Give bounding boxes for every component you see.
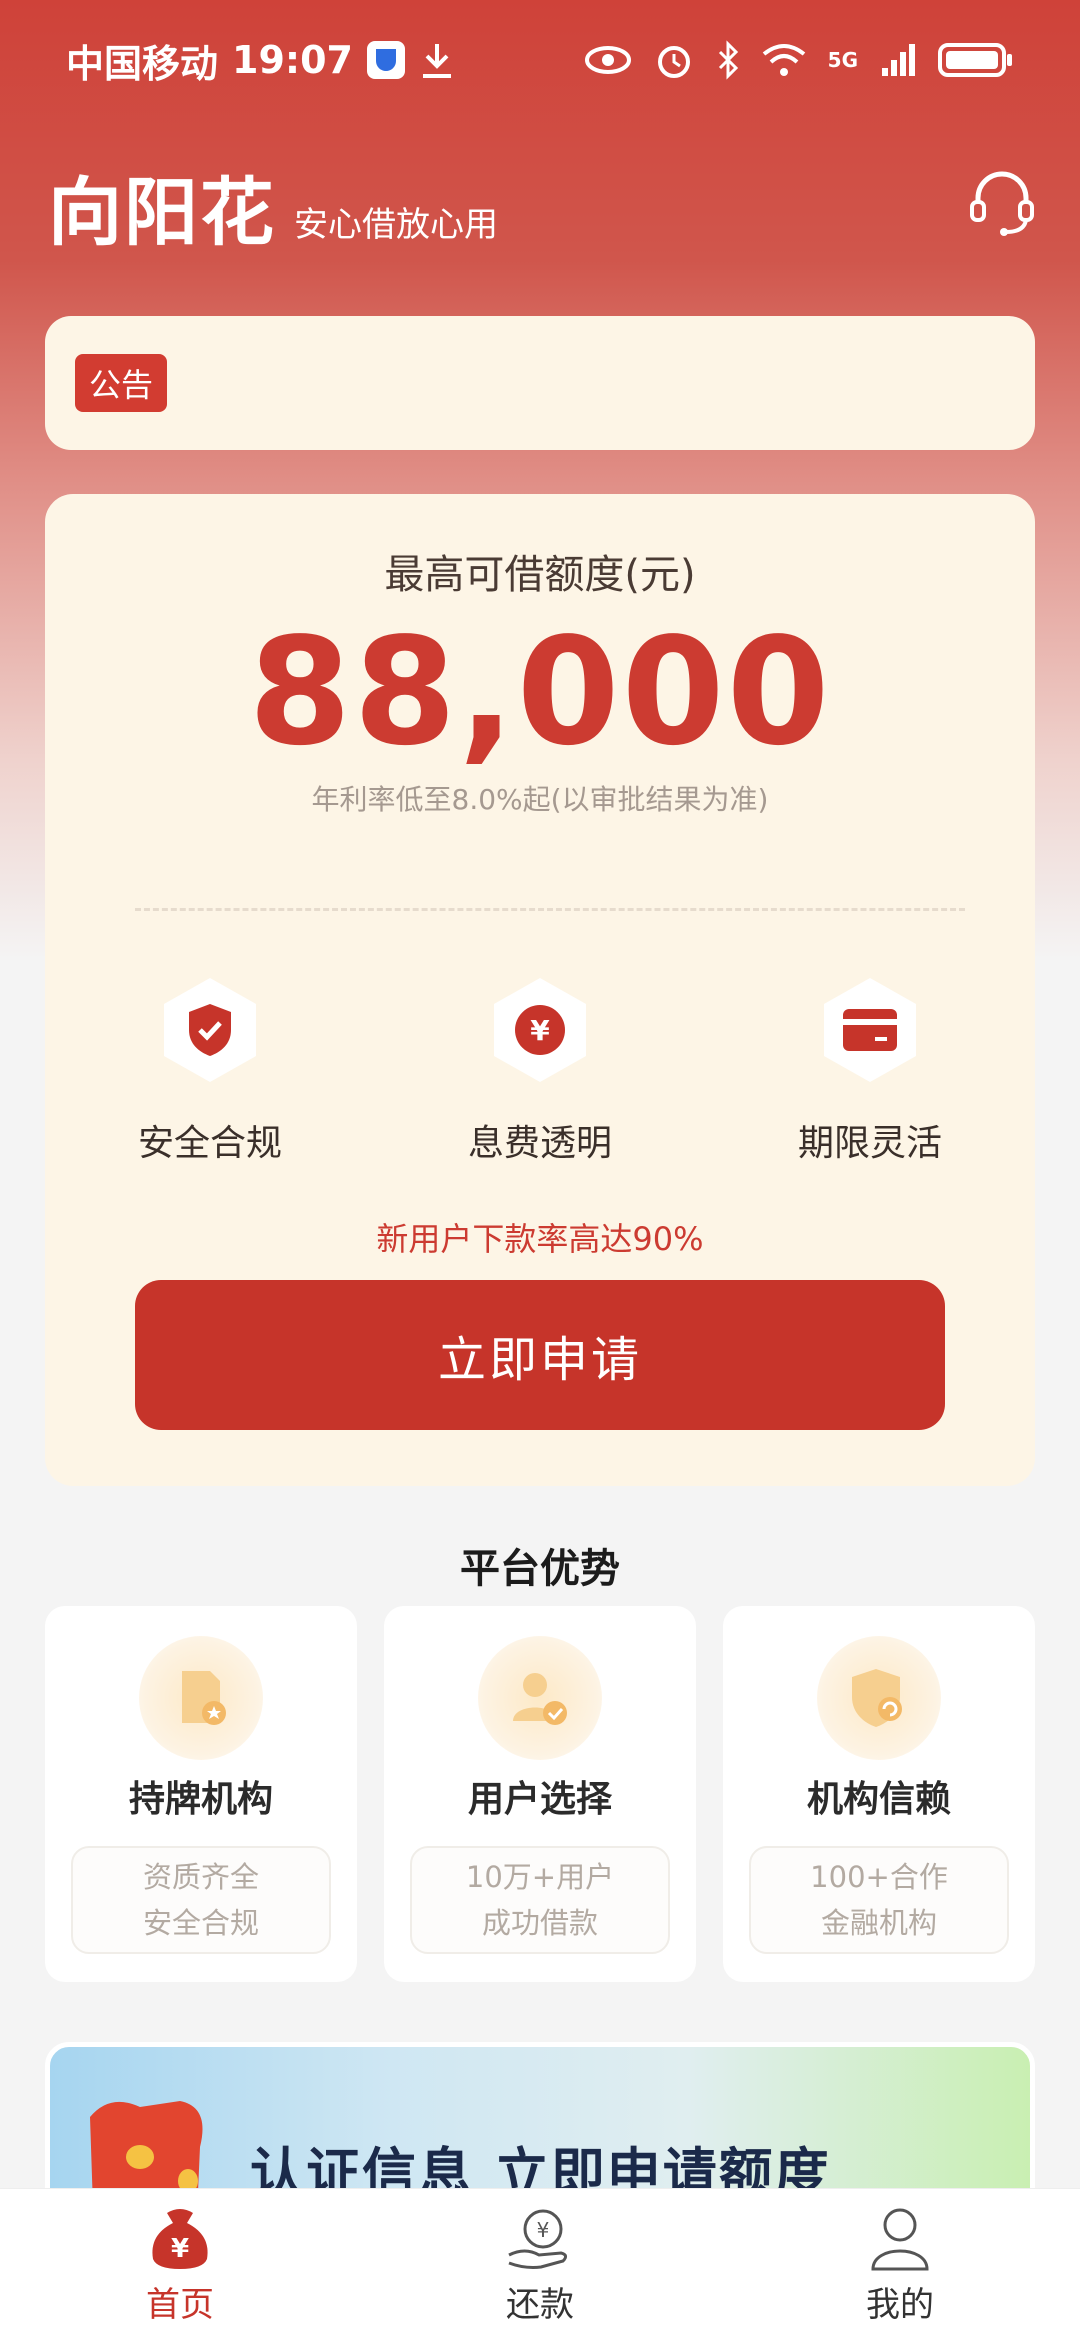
feature-transparent: ¥ 息费透明	[375, 976, 705, 1166]
advantage-name: 持牌机构	[128, 1779, 273, 1820]
download-icon	[422, 44, 451, 78]
credit-label: 最高可借额度(元)	[384, 552, 696, 598]
feature-safe: 安全合规	[45, 976, 375, 1166]
credit-amount: 88,000	[248, 606, 832, 778]
advantages-title: 平台优势	[460, 1546, 620, 1592]
nav-profile[interactable]: 我的	[720, 2189, 1080, 2340]
license-icon	[182, 1671, 226, 1725]
apply-button[interactable]: 立即申请	[135, 1280, 945, 1430]
alarm-icon	[657, 46, 690, 78]
app-header: 向阳花 安心借放心用	[48, 160, 1038, 250]
nav-home[interactable]: ¥ 首页	[0, 2189, 360, 2340]
user-check-icon	[513, 1673, 567, 1725]
nav-repay[interactable]: ¥ 还款	[360, 2189, 720, 2340]
notice-tag: 公告	[75, 354, 168, 412]
feature-label: 安全合规	[137, 1123, 282, 1164]
repay-icon: ¥	[508, 2209, 568, 2269]
nav-label: 我的	[866, 2285, 934, 2325]
nav-label: 还款	[506, 2285, 574, 2325]
battery-icon	[938, 43, 1012, 77]
signal-icon	[882, 44, 915, 76]
notice-bar[interactable]: 公告	[45, 316, 1035, 450]
advantage-desc: 10万+用户 成功借款	[410, 1846, 670, 1954]
card-icon	[843, 1009, 897, 1051]
advantage-desc-line: 资质齐全	[142, 1860, 259, 1894]
app-title: 向阳花	[48, 170, 276, 256]
advantages-list: 持牌机构 资质齐全 安全合规 用户选择 10万+用户 成功借款 机构信赖 100…	[45, 1606, 1035, 1982]
advantage-desc-line: 金融机构	[820, 1906, 937, 1940]
advantage-desc: 100+合作 金融机构	[749, 1846, 1009, 1954]
advantage-name: 用户选择	[467, 1779, 612, 1820]
bottom-nav: ¥ 首页 ¥ 还款 我的	[0, 2188, 1080, 2340]
carrier-name: 中国移动	[66, 41, 219, 86]
advantage-desc-line: 成功借款	[481, 1906, 598, 1940]
security-app-icon	[366, 41, 405, 79]
bluetooth-icon	[718, 40, 738, 80]
eye-icon	[584, 46, 631, 74]
feature-label: 息费透明	[467, 1123, 612, 1164]
app-slogan: 安心借放心用	[294, 205, 498, 245]
advantage-desc: 资质齐全 安全合规	[71, 1846, 331, 1954]
profile-icon	[871, 2208, 929, 2271]
network-type: 5G	[827, 48, 858, 72]
credit-card: 最高可借额度(元) 88,000 年利率低至8.0%起(以审批结果为准) 安全合…	[45, 494, 1035, 1486]
advantage-card: 机构信赖 100+合作 金融机构	[723, 1606, 1035, 1982]
shield-check-icon	[189, 1004, 231, 1056]
feature-list: 安全合规 ¥ 息费透明 期限灵活	[45, 976, 1035, 1166]
status-time: 19:07	[232, 38, 353, 82]
advantage-name: 机构信赖	[806, 1779, 951, 1820]
feature-flexible: 期限灵活	[705, 976, 1035, 1166]
status-bar: 中国移动 19:07 5G	[0, 0, 1080, 120]
advantage-desc-line: 安全合规	[142, 1906, 259, 1940]
advantage-card: 用户选择 10万+用户 成功借款	[384, 1606, 696, 1982]
advantage-card: 持牌机构 资质齐全 安全合规	[45, 1606, 357, 1982]
svg-text:¥: ¥	[171, 2234, 189, 2264]
money-bag-icon: ¥	[152, 2209, 208, 2269]
svg-text:¥: ¥	[537, 2218, 550, 2242]
feature-label: 期限灵活	[797, 1123, 942, 1164]
nav-label: 首页	[146, 2285, 214, 2325]
wifi-icon	[762, 44, 805, 76]
rate-note: 年利率低至8.0%起(以审批结果为准)	[311, 783, 769, 816]
yuan-coin-icon: ¥	[515, 1005, 565, 1055]
svg-text:¥: ¥	[530, 1014, 550, 1047]
advantage-desc-line: 10万+用户	[465, 1860, 615, 1894]
headset-icon[interactable]	[966, 166, 1038, 238]
advantage-desc-line: 100+合作	[810, 1860, 948, 1894]
trust-shield-icon	[852, 1669, 902, 1727]
promo-text: 新用户下款率高达90%	[376, 1220, 704, 1258]
divider	[135, 908, 965, 911]
